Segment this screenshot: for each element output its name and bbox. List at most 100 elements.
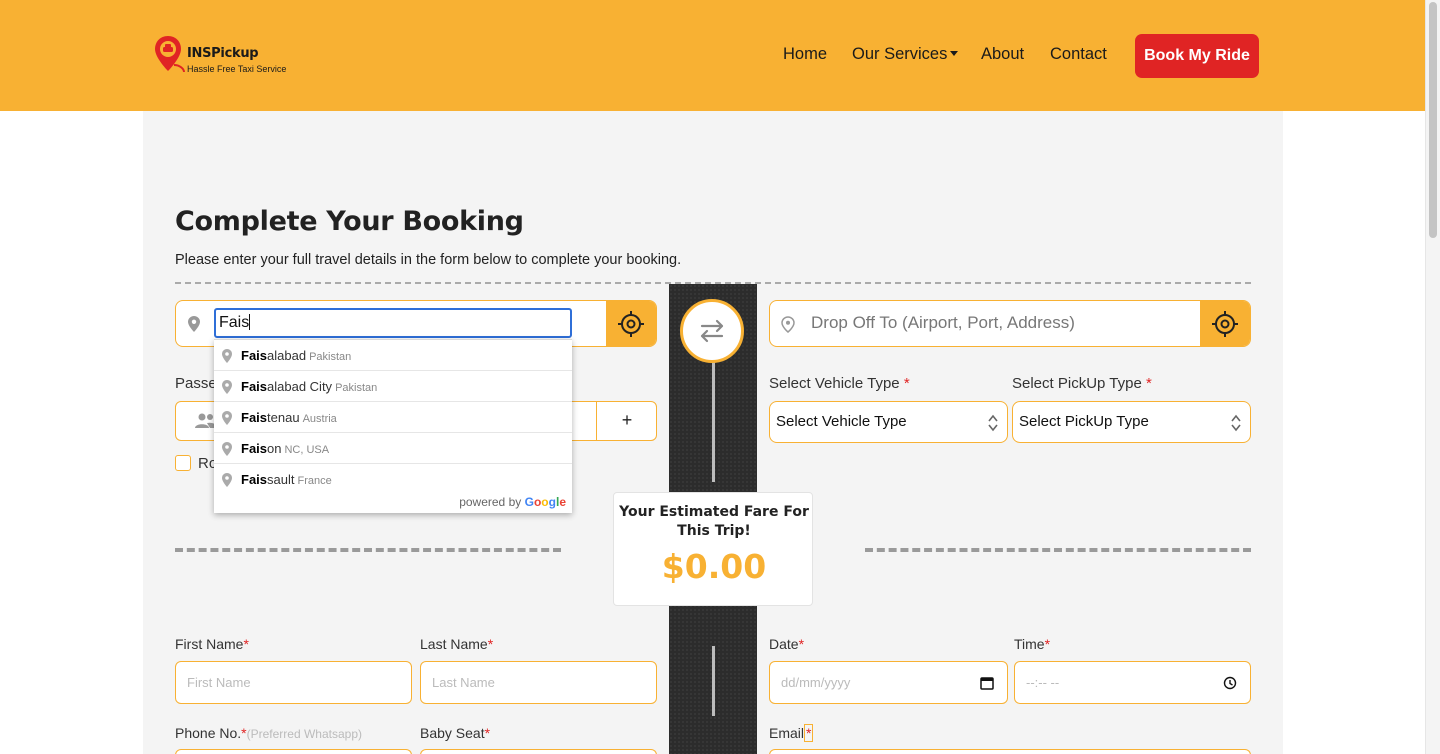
page-subtitle: Please enter your full travel details in… xyxy=(175,252,682,268)
required-marker: * xyxy=(798,636,805,652)
baby-seat-select[interactable] xyxy=(420,749,657,754)
nav-our-services[interactable]: Our Services xyxy=(852,45,959,64)
time-placeholder: --:-- -- xyxy=(1026,675,1060,690)
autocomplete-suggestion[interactable]: Faisalabad Pakistan xyxy=(214,340,572,371)
passengers-increment-button[interactable]: + xyxy=(596,401,657,441)
calendar-icon[interactable] xyxy=(980,676,994,690)
vehicle-type-select[interactable]: Select Vehicle Type xyxy=(769,401,1008,443)
powered-by-text: powered by xyxy=(459,495,522,509)
site-header: INSPickup Hassle Free Taxi Service Home … xyxy=(0,0,1425,111)
autocomplete-suggestion[interactable]: Faisalabad City Pakistan xyxy=(214,371,572,402)
required-marker: * xyxy=(484,725,491,741)
logo-name: INSPickup xyxy=(187,46,259,61)
pickup-type-label: Select PickUp Type * xyxy=(1012,375,1152,392)
first-name-label: First Name* xyxy=(175,636,249,652)
nav-our-services-label: Our Services xyxy=(852,45,948,63)
suggestion-rest: tenau xyxy=(267,410,300,425)
required-marker: * xyxy=(243,636,249,652)
pickup-type-select[interactable]: Select PickUp Type xyxy=(1012,401,1251,443)
suggestion-text: Faisalabad Pakistan xyxy=(241,348,351,363)
logo-tagline: Hassle Free Taxi Service xyxy=(187,64,287,74)
use-current-location-button[interactable] xyxy=(1200,301,1250,346)
estimated-fare-card: Your Estimated Fare For This Trip! $0.00 xyxy=(613,492,813,606)
phone-input[interactable] xyxy=(175,749,412,754)
suggestion-rest: alabad City xyxy=(267,379,333,394)
crosshair-icon xyxy=(618,311,644,337)
suggestion-secondary: Pakistan xyxy=(335,382,378,394)
email-input[interactable] xyxy=(769,749,1251,754)
road-lane-marking xyxy=(712,362,715,482)
required-marker: * xyxy=(1145,375,1152,392)
passengers-label: Passe xyxy=(175,375,217,392)
first-name-input[interactable]: First Name xyxy=(175,661,412,704)
suggestion-secondary: NC, USA xyxy=(284,444,330,456)
location-pin-icon xyxy=(222,442,232,456)
use-current-location-button[interactable] xyxy=(606,301,656,346)
phone-hint: (Preferred Whatsapp) xyxy=(246,727,363,741)
last-name-label-text: Last Name xyxy=(420,636,488,652)
vehicle-type-value: Select Vehicle Type xyxy=(776,413,907,430)
suggestion-rest: alabad xyxy=(267,348,307,363)
autocomplete-suggestion[interactable]: Faison NC, USA xyxy=(214,433,572,464)
vehicle-type-label-text: Select Vehicle Type xyxy=(769,375,900,392)
fare-value: $0.00 xyxy=(661,547,767,586)
logo[interactable]: INSPickup Hassle Free Taxi Service xyxy=(154,35,304,77)
dropoff-location-field[interactable]: Drop Off To (Airport, Port, Address) xyxy=(769,300,1251,347)
book-my-ride-button[interactable]: Book My Ride xyxy=(1135,34,1259,78)
pickup-type-value: Select PickUp Type xyxy=(1019,413,1149,430)
divider xyxy=(865,548,1251,552)
suggestion-text: Faistenau Austria xyxy=(241,410,337,425)
suggestion-match: Fais xyxy=(241,348,268,363)
swap-arrows-icon xyxy=(700,319,724,343)
nav-contact[interactable]: Contact xyxy=(1050,45,1107,64)
required-marker: * xyxy=(487,636,494,652)
select-arrows-icon xyxy=(1231,414,1241,432)
nav-about[interactable]: About xyxy=(981,45,1024,64)
page-scrollbar[interactable] xyxy=(1425,0,1440,754)
location-pin-icon xyxy=(222,380,232,394)
time-label: Time* xyxy=(1014,636,1050,652)
required-marker: * xyxy=(804,724,814,742)
location-pin-icon xyxy=(222,473,232,487)
map-pin-logo-icon xyxy=(155,36,185,73)
suggestion-match: Fais xyxy=(241,379,268,394)
nav-home[interactable]: Home xyxy=(783,45,827,64)
divider xyxy=(175,548,561,552)
autocomplete-suggestion[interactable]: Faistenau Austria xyxy=(214,402,572,433)
chevron-down-icon xyxy=(950,51,959,56)
date-label: Date* xyxy=(769,636,804,652)
date-placeholder: dd/mm/yyyy xyxy=(781,675,851,690)
scrollbar-thumb[interactable] xyxy=(1429,2,1437,238)
pickup-input[interactable]: Fais xyxy=(214,308,572,338)
fare-title: Your Estimated Fare For This Trip! xyxy=(619,504,809,539)
date-input[interactable]: dd/mm/yyyy xyxy=(769,661,1008,704)
crosshair-icon xyxy=(1212,311,1238,337)
location-pin-icon xyxy=(781,316,795,333)
text-caret xyxy=(249,314,251,330)
autocomplete-dropdown: Faisalabad Pakistan Faisalabad City Pakist… xyxy=(214,339,572,513)
pickup-input-value: Fais xyxy=(219,314,250,331)
suggestion-rest: on xyxy=(267,441,282,456)
suggestion-match: Fais xyxy=(241,410,268,425)
swap-locations-button[interactable] xyxy=(680,299,744,363)
clock-icon[interactable] xyxy=(1223,676,1237,690)
pickup-type-label-text: Select PickUp Type xyxy=(1012,375,1142,392)
autocomplete-suggestion[interactable]: Faissault France xyxy=(214,464,572,495)
google-logo: Google xyxy=(524,495,566,509)
first-name-label-text: First Name xyxy=(175,636,244,652)
suggestion-match: Fais xyxy=(241,472,268,487)
date-label-text: Date xyxy=(769,636,799,652)
suggestion-text: Faisalabad City Pakistan xyxy=(241,379,377,394)
suggestion-secondary: France xyxy=(297,475,332,487)
select-arrows-icon xyxy=(988,414,998,432)
last-name-input[interactable]: Last Name xyxy=(420,661,657,704)
baby-seat-label-text: Baby Seat xyxy=(420,725,485,741)
suggestion-text: Faissault France xyxy=(241,472,332,487)
location-pin-icon xyxy=(222,411,232,425)
time-label-text: Time xyxy=(1014,636,1045,652)
time-input[interactable]: --:-- -- xyxy=(1014,661,1251,704)
dropoff-placeholder: Drop Off To (Airport, Port, Address) xyxy=(811,313,1075,332)
road-lane-marking xyxy=(712,646,715,716)
suggestion-rest: sault xyxy=(267,472,295,487)
round-trip-checkbox[interactable] xyxy=(175,455,191,471)
